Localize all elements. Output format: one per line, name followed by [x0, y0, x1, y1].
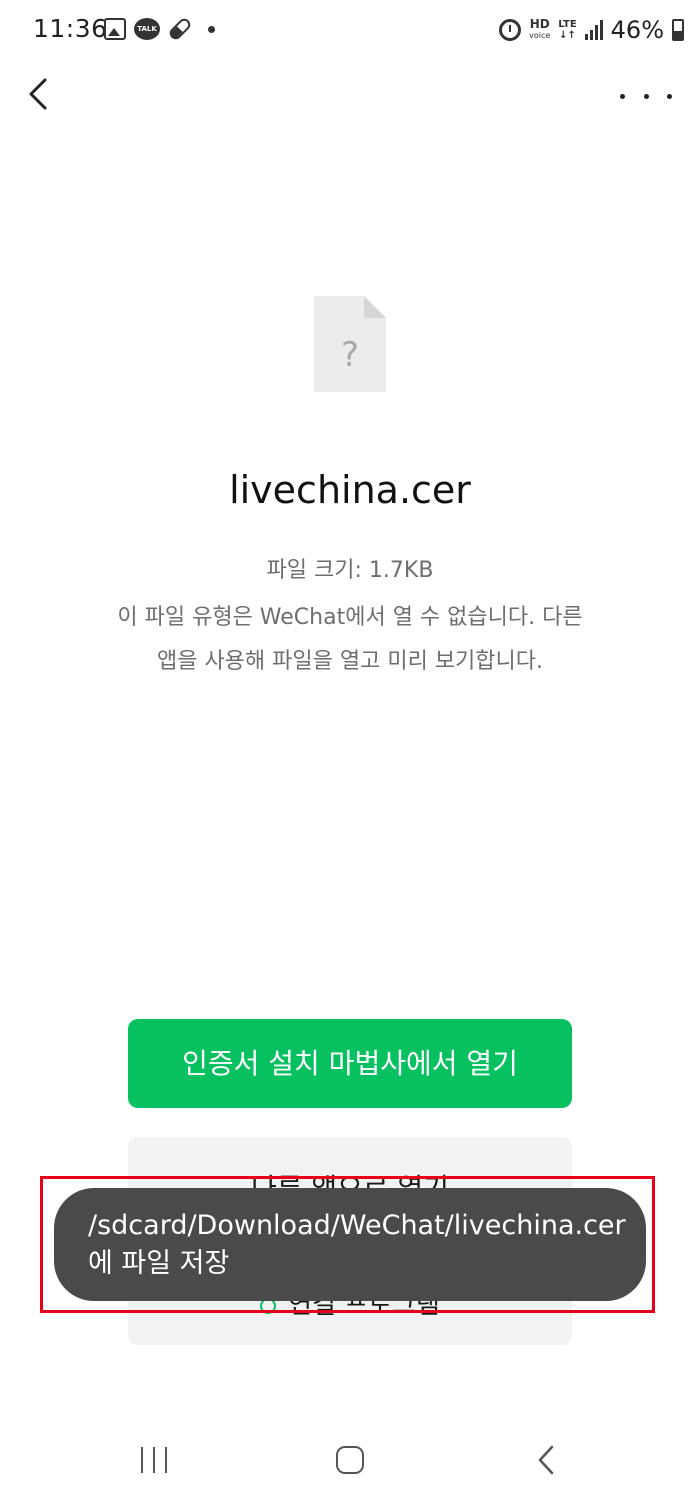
status-bar: 11:36 TALK HD voice LTE ↓↑ 46%	[0, 0, 700, 62]
file-description: 이 파일 유형은 WeChat에서 열 수 없습니다. 다른 앱을 사용해 파일…	[117, 605, 583, 674]
pill-icon	[167, 16, 193, 42]
chevron-left-icon	[29, 78, 47, 110]
nav-back-button[interactable]	[534, 1444, 558, 1476]
battery-icon	[672, 19, 684, 41]
signal-icon	[584, 20, 603, 40]
voice-label: voice	[529, 31, 551, 40]
status-system-icons: HD voice LTE ↓↑ 46%	[499, 16, 684, 44]
more-dot-icon	[620, 93, 625, 99]
hd-label: HD	[529, 17, 550, 31]
recents-button[interactable]	[141, 1447, 167, 1473]
system-navigation-bar	[0, 1420, 700, 1501]
unknown-file-icon: ?	[314, 296, 386, 392]
hd-voice-icon: HD voice	[529, 17, 551, 41]
save-toast: /sdcard/Download/WeChat/livechina.cer에 파…	[54, 1188, 646, 1301]
back-button[interactable]	[18, 70, 58, 118]
file-size: 파일 크기: 1.7KB	[266, 558, 434, 583]
alarm-icon	[499, 19, 522, 41]
file-name: livechina.cer	[229, 468, 471, 512]
home-button[interactable]	[336, 1446, 364, 1474]
open-in-certificate-wizard-button[interactable]: 인증서 설치 마법사에서 열기	[128, 1019, 572, 1108]
more-dot-icon	[643, 93, 649, 99]
status-notification-icons: TALK	[104, 16, 215, 42]
lte-label: LTE	[558, 19, 577, 30]
more-notifications-dot-icon	[208, 25, 215, 33]
more-options-button[interactable]	[620, 78, 672, 114]
screen: 11:36 TALK HD voice LTE ↓↑ 46% ? livechi…	[0, 0, 700, 1501]
lte-icon: LTE ↓↑	[558, 19, 577, 41]
file-icon-symbol: ?	[341, 335, 359, 375]
kakaotalk-icon: TALK	[134, 18, 160, 40]
battery-percent: 46%	[610, 16, 664, 44]
gallery-icon	[104, 18, 126, 40]
more-dot-icon	[667, 93, 672, 99]
status-time: 11:36	[33, 14, 108, 43]
